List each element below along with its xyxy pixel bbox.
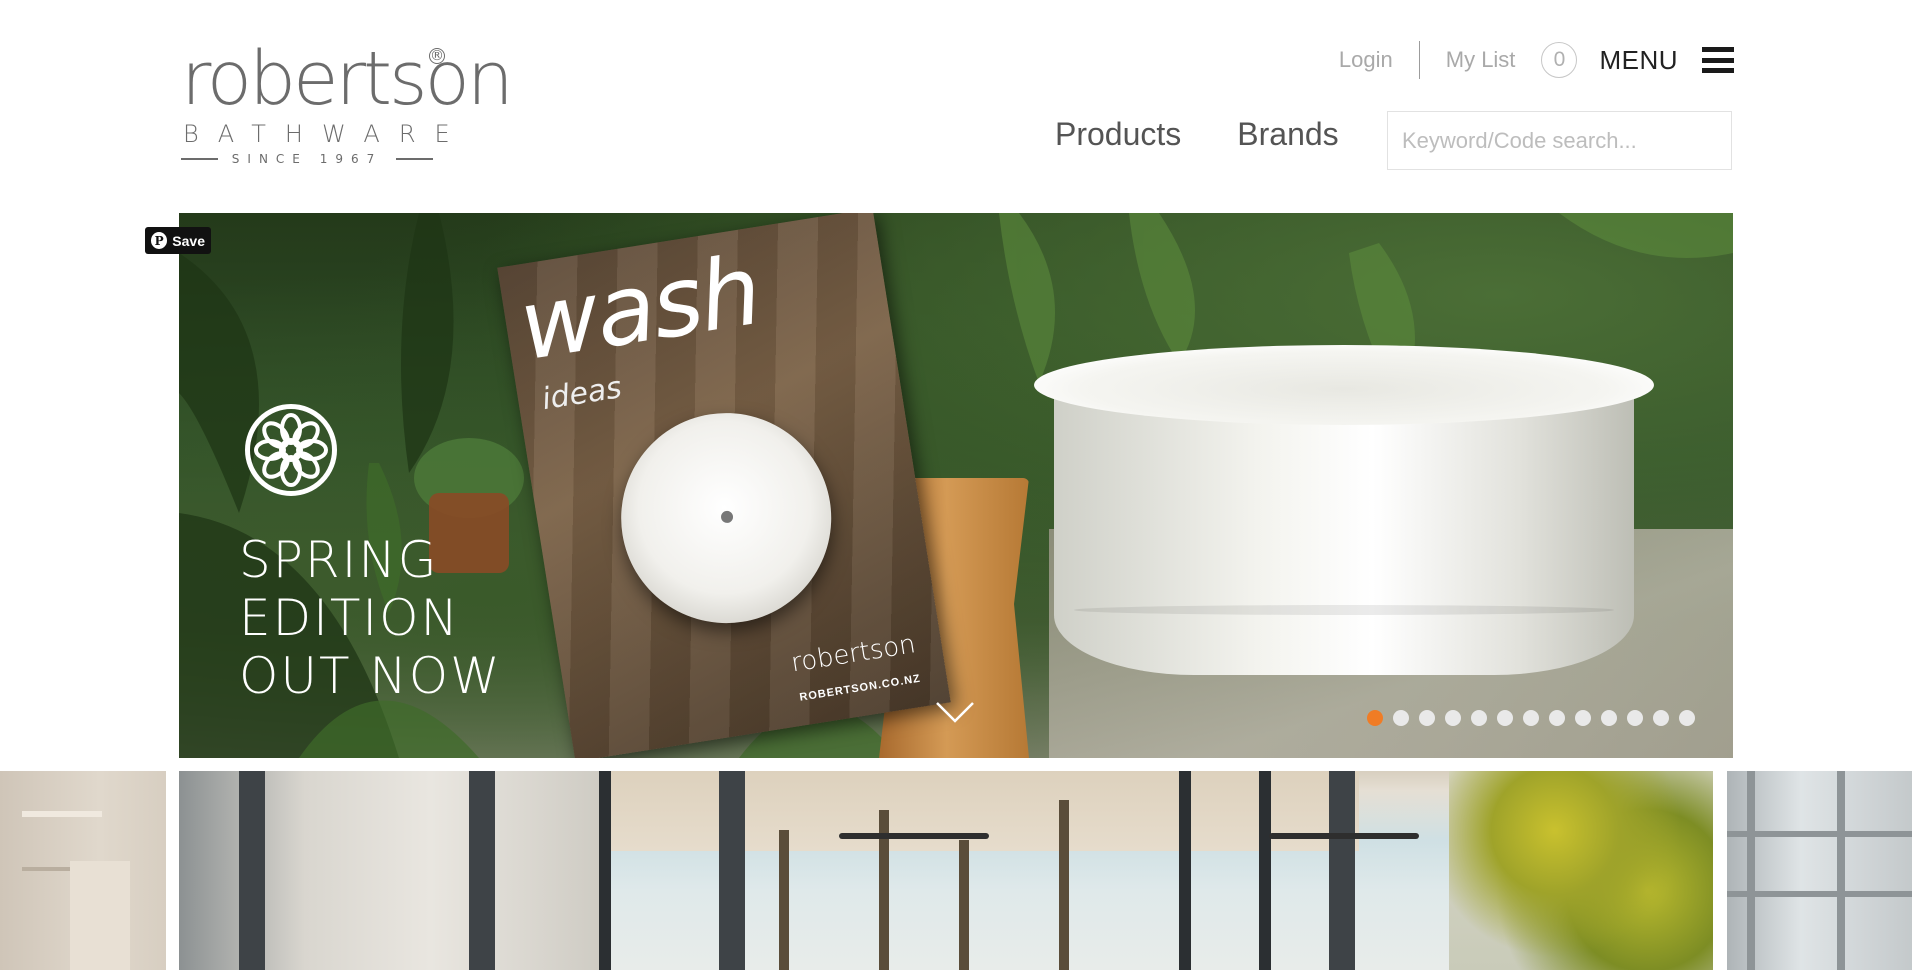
freestanding-bath — [1034, 335, 1664, 695]
promo-line: EDITION — [239, 589, 460, 647]
column-detail — [70, 861, 130, 970]
nav-item-products[interactable]: Products — [1055, 116, 1181, 153]
ceiling-fan — [1269, 833, 1419, 839]
dark-pillar — [1329, 771, 1355, 970]
gallery-image-current[interactable] — [179, 771, 1713, 970]
nav-item-brands[interactable]: Brands — [1237, 116, 1338, 153]
chevron-down-icon[interactable] — [935, 691, 975, 731]
flower-icon — [245, 404, 337, 496]
ceiling-fan — [839, 833, 989, 839]
palm-trunk — [779, 830, 789, 970]
hamburger-icon[interactable] — [1702, 47, 1734, 73]
window-frame — [1727, 891, 1912, 897]
registered-mark: ® — [429, 48, 445, 64]
promo-line: SPRING — [239, 531, 439, 589]
slider-dot[interactable] — [1549, 710, 1565, 726]
main-nav: Products Brands — [1055, 116, 1339, 153]
slider-dot[interactable] — [1471, 710, 1487, 726]
logo-wordmark: robertson — [181, 36, 514, 122]
slider-pagination — [1367, 710, 1695, 726]
palm-trunk — [1059, 800, 1069, 970]
slider-dot[interactable] — [1445, 710, 1461, 726]
promo-heading: SPRING EDITION OUT NOW — [239, 531, 502, 705]
slider-dot[interactable] — [1627, 710, 1643, 726]
window-frame — [1747, 771, 1755, 970]
utility-bar: Login My List 0 MENU — [1339, 40, 1734, 80]
dark-pillar — [719, 771, 745, 970]
magazine-cover: wash ideas robertson ROBERTSON.CO.NZ — [497, 213, 951, 758]
my-list-link[interactable]: My List — [1446, 47, 1516, 73]
promo-line: OUT NOW — [239, 647, 502, 705]
gallery-image-previous[interactable] — [0, 771, 166, 970]
logo-subtitle: BATHWARE — [183, 120, 469, 148]
door-frame — [599, 771, 611, 970]
dark-pillar — [469, 771, 495, 970]
slider-dot[interactable] — [1679, 710, 1695, 726]
gallery-image-next[interactable] — [1727, 771, 1912, 970]
yellow-orchid-plant — [1449, 771, 1713, 970]
slider-dot[interactable] — [1653, 710, 1669, 726]
slider-dot[interactable] — [1523, 710, 1539, 726]
divider-line — [181, 158, 218, 160]
logo-since-text: SINCE 1967 — [231, 152, 383, 166]
pinterest-save-button[interactable]: P Save — [145, 227, 211, 254]
menu-button[interactable]: MENU — [1599, 45, 1678, 76]
slider-dot[interactable] — [1419, 710, 1435, 726]
slider-dot[interactable] — [1497, 710, 1513, 726]
utility-divider — [1418, 41, 1420, 79]
login-link[interactable]: Login — [1339, 47, 1393, 73]
robertson-logo[interactable]: robertson ® BATHWARE SINCE 1967 — [181, 42, 514, 166]
basin-drain — [720, 510, 734, 524]
window-frame — [1727, 831, 1912, 837]
slider-dot[interactable] — [1575, 710, 1591, 726]
search-input[interactable] — [1387, 111, 1732, 170]
dark-pillar — [239, 771, 265, 970]
pinterest-icon: P — [151, 232, 168, 249]
door-frame — [1259, 771, 1271, 970]
pin-save-label: Save — [172, 232, 205, 249]
bath-rim — [1034, 345, 1654, 425]
ceiling — [599, 771, 1359, 851]
palm-trunk — [959, 840, 969, 970]
window-frame — [1837, 771, 1845, 970]
door-frame — [1179, 771, 1191, 970]
slider-dot[interactable] — [1367, 710, 1383, 726]
bath-band — [1074, 605, 1614, 615]
hero-banner[interactable]: SPRING EDITION OUT NOW wash ideas robert… — [179, 213, 1733, 758]
list-count-badge[interactable]: 0 — [1541, 42, 1578, 78]
divider-line — [396, 158, 434, 160]
slider-dot[interactable] — [1393, 710, 1409, 726]
logo-since: SINCE 1967 — [181, 152, 434, 166]
slider-dot[interactable] — [1601, 710, 1617, 726]
